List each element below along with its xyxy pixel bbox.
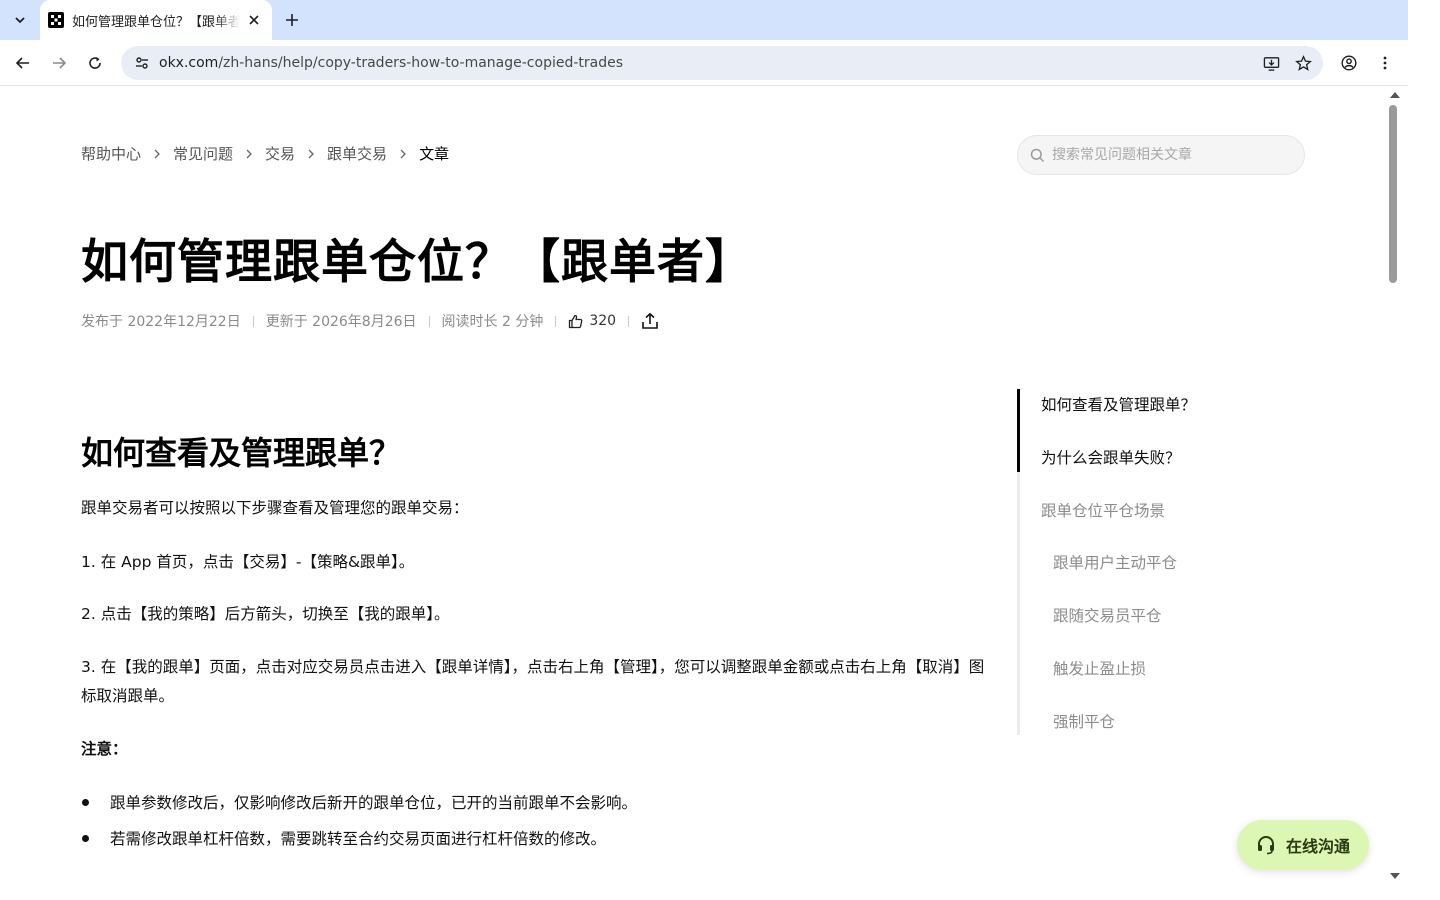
help-search-box[interactable] bbox=[1017, 135, 1305, 175]
arrow-right-icon bbox=[53, 57, 67, 69]
table-of-contents: 如何查看及管理跟单？ 为什么会跟单失败？ 跟单仓位平仓场景 跟单用户主动平仓 跟… bbox=[1017, 389, 1317, 735]
step-3: 3. 在【我的跟单】页面，点击对应交易员点击进入【跟单详情】，点击右上角【管理】… bbox=[81, 658, 985, 705]
bookmark-button[interactable] bbox=[1291, 51, 1315, 75]
plus-icon bbox=[286, 14, 298, 26]
divider bbox=[628, 315, 630, 327]
share-icon bbox=[642, 312, 658, 329]
scroll-up-arrow[interactable] bbox=[1390, 92, 1400, 98]
section-heading: 如何查看及管理跟单？ bbox=[81, 434, 402, 472]
reload-button[interactable] bbox=[81, 49, 109, 77]
list-item: 跟单参数修改后，仅影响修改后新开的跟单仓位，已开的当前跟单不会影响。 bbox=[81, 791, 637, 813]
chat-label: 在线沟通 bbox=[1285, 837, 1350, 856]
okx-logo-icon bbox=[48, 12, 64, 28]
toc-item-liquidation[interactable]: 强制平仓 bbox=[1053, 710, 1115, 732]
updated-date: 更新于 2026年8月26日 bbox=[265, 314, 417, 330]
forward-button[interactable] bbox=[45, 49, 73, 77]
divider bbox=[555, 315, 557, 327]
chevron-right-icon bbox=[387, 149, 419, 159]
step-1: 1. 在 App 首页，点击【交易】-【策略&跟单】。 bbox=[81, 553, 415, 571]
like-button[interactable]: 320 bbox=[568, 313, 616, 329]
breadcrumb-help-center[interactable]: 帮助中心 bbox=[81, 143, 141, 164]
browser-tab-active[interactable]: 如何管理跟单仓位？【跟单者 bbox=[40, 0, 272, 40]
toc-item-view-manage[interactable]: 如何查看及管理跟单？ bbox=[1041, 393, 1196, 415]
more-vert-icon bbox=[1383, 56, 1387, 70]
browser-tab-bar: 如何管理跟单仓位？【跟单者 bbox=[0, 0, 1408, 40]
arrow-left-icon bbox=[15, 57, 29, 69]
article-meta: 发布于 2022年12月22日 更新于 2026年8月26日 阅读时长 2 分钟… bbox=[81, 311, 659, 331]
scroll-down-arrow[interactable] bbox=[1390, 873, 1400, 879]
toc-item-user-close[interactable]: 跟单用户主动平仓 bbox=[1053, 551, 1177, 573]
read-time: 阅读时长 2 分钟 bbox=[441, 314, 544, 330]
page-scrollbar[interactable] bbox=[1384, 87, 1408, 887]
divider bbox=[428, 315, 430, 327]
toc-item-follow-trader-close[interactable]: 跟随交易员平仓 bbox=[1053, 604, 1162, 626]
like-count: 320 bbox=[589, 313, 617, 329]
list-item: 若需修改跟单杠杆倍数，需要跳转至合约交易页面进行杠杆倍数的修改。 bbox=[81, 827, 606, 849]
browser-toolbar: okx.com/zh-hans/help/copy-traders-how-to… bbox=[0, 40, 1408, 86]
close-tab-button[interactable] bbox=[246, 12, 262, 28]
install-app-icon bbox=[1263, 56, 1279, 71]
search-icon bbox=[1028, 146, 1046, 164]
breadcrumb-faq[interactable]: 常见问题 bbox=[173, 143, 233, 164]
back-button[interactable] bbox=[9, 49, 37, 77]
breadcrumb: 帮助中心 常见问题 交易 跟单交易 文章 bbox=[81, 143, 449, 164]
tab-search-button[interactable] bbox=[6, 6, 34, 34]
window-edge bbox=[1408, 0, 1440, 900]
search-input[interactable] bbox=[1052, 147, 1292, 163]
toc-item-close-scenarios[interactable]: 跟单仓位平仓场景 bbox=[1041, 499, 1165, 521]
tab-title: 如何管理跟单仓位？【跟单者 bbox=[72, 14, 240, 30]
address-bar[interactable]: okx.com/zh-hans/help/copy-traders-how-to… bbox=[121, 46, 1323, 80]
divider bbox=[252, 315, 254, 327]
bullet-dot bbox=[82, 834, 89, 842]
chevron-right-icon bbox=[141, 149, 173, 159]
new-tab-button[interactable] bbox=[280, 8, 304, 32]
bullet-text: 跟单参数修改后，仅影响修改后新开的跟单仓位，已开的当前跟单不会影响。 bbox=[110, 794, 638, 812]
step-2: 2. 点击【我的策略】后方箭头，切换至【我的跟单】。 bbox=[81, 605, 450, 623]
chevron-right-icon bbox=[295, 149, 327, 159]
site-info-button[interactable] bbox=[131, 52, 153, 74]
page-viewport: 帮助中心 常见问题 交易 跟单交易 文章 如何管理跟单仓位？【跟单者】 发布于 … bbox=[0, 87, 1384, 900]
breadcrumb-article: 文章 bbox=[419, 145, 450, 163]
breadcrumb-trading[interactable]: 交易 bbox=[265, 143, 295, 164]
star-icon bbox=[1294, 54, 1312, 71]
online-chat-button[interactable]: 在线沟通 bbox=[1237, 820, 1369, 870]
url-text: okx.com/zh-hans/help/copy-traders-how-to… bbox=[159, 55, 623, 71]
article-title: 如何管理跟单仓位？【跟单者】 bbox=[81, 235, 753, 290]
bullet-dot bbox=[82, 798, 89, 806]
toc-item-tp-sl[interactable]: 触发止盈止损 bbox=[1053, 657, 1146, 679]
note-label: 注意： bbox=[81, 740, 128, 758]
url-host: okx.com bbox=[159, 55, 219, 71]
scroll-thumb[interactable] bbox=[1389, 105, 1397, 283]
thumbs-up-icon bbox=[569, 314, 583, 328]
reload-icon bbox=[89, 57, 101, 69]
bullet-text: 若需修改跟单杠杆倍数，需要跳转至合约交易页面进行杠杆倍数的修改。 bbox=[110, 830, 607, 848]
chevron-right-icon bbox=[233, 149, 265, 159]
install-app-button[interactable] bbox=[1259, 51, 1283, 75]
url-path: /zh-hans/help/copy-traders-how-to-manage… bbox=[218, 55, 624, 71]
headset-icon bbox=[1257, 836, 1274, 855]
tune-icon bbox=[136, 57, 148, 69]
profile-button[interactable] bbox=[1335, 49, 1363, 77]
browser-menu-button[interactable] bbox=[1371, 49, 1399, 77]
intro-paragraph: 跟单交易者可以按照以下步骤查看及管理您的跟单交易： bbox=[81, 499, 469, 517]
chevron-down-icon bbox=[15, 17, 25, 24]
share-button[interactable] bbox=[641, 312, 659, 330]
toc-item-why-fail[interactable]: 为什么会跟单失败？ bbox=[1041, 446, 1181, 468]
account-circle-icon bbox=[1341, 55, 1357, 71]
published-date: 发布于 2022年12月22日 bbox=[81, 314, 241, 330]
toc-active-indicator bbox=[1017, 389, 1020, 472]
breadcrumb-copy-trading[interactable]: 跟单交易 bbox=[327, 143, 387, 164]
close-icon bbox=[249, 15, 259, 25]
